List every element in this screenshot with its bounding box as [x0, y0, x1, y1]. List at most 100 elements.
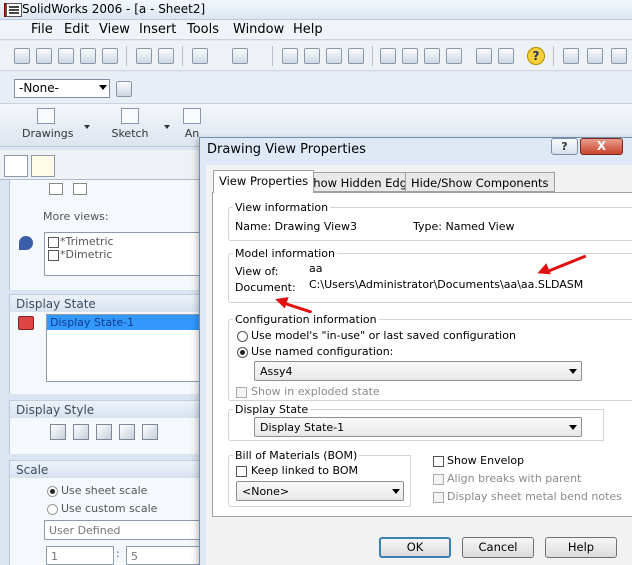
ok-button[interactable]: OK	[379, 537, 451, 558]
display-state-select[interactable]: Display State-1	[254, 417, 582, 437]
cmd-tab-sketch[interactable]: Sketch	[108, 108, 152, 144]
cmd-tab-label: An	[184, 127, 200, 140]
hidden-lines-removed-icon[interactable]	[96, 424, 112, 440]
menu-edit[interactable]: Edit	[64, 22, 89, 37]
configuration-select[interactable]: Assy4	[254, 361, 582, 381]
use-custom-scale-radio[interactable]	[47, 504, 58, 515]
select-icon[interactable]	[282, 48, 298, 64]
use-in-use-configuration-label: Use model's "in-use" or last saved confi…	[251, 329, 516, 342]
property-manager-tab-icon[interactable]	[31, 155, 55, 177]
menu-tools[interactable]: Tools	[187, 22, 219, 37]
menu-file[interactable]: File	[31, 22, 53, 37]
menu-view[interactable]: View	[99, 22, 130, 37]
cut-icon[interactable]	[136, 48, 152, 64]
view-face-icon[interactable]	[73, 183, 87, 195]
options-icon[interactable]	[402, 48, 418, 64]
shaded-icon[interactable]	[142, 424, 158, 440]
dialog-title: Drawing View Properties	[207, 142, 366, 157]
shaded-with-edges-icon[interactable]	[119, 424, 135, 440]
dimetric-checkbox[interactable]	[48, 250, 59, 261]
display-state-icon	[18, 316, 34, 330]
keep-linked-bom-checkbox[interactable]	[236, 466, 247, 477]
save-icon[interactable]	[58, 48, 74, 64]
toolbar-divider	[272, 46, 273, 66]
scale-denominator-input[interactable]: 5	[126, 546, 200, 565]
toolbar-divider	[182, 46, 183, 66]
window-title: SolidWorks 2006 - [a - Sheet2]	[22, 2, 206, 16]
scale-numerator-input[interactable]: 1	[46, 546, 114, 565]
view-type-label: Type: Named View	[413, 220, 515, 233]
tools-icon[interactable]	[476, 48, 492, 64]
scale-preset-select[interactable]: User Defined	[44, 520, 200, 540]
display-style-header[interactable]: Display Style	[9, 400, 200, 418]
bom-icon[interactable]	[563, 48, 579, 64]
view-of-label: View of:	[235, 265, 279, 278]
show-envelop-label: Show Envelop	[447, 454, 525, 467]
show-envelop-checkbox[interactable]	[433, 456, 444, 467]
pin-icon[interactable]	[19, 236, 33, 250]
tab-hide-show-components[interactable]: Hide/Show Components	[405, 172, 555, 192]
undo-icon[interactable]	[192, 48, 208, 64]
toolbar-divider	[553, 46, 554, 66]
dialog-close-button[interactable]: X	[580, 138, 623, 155]
document-path-value: C:\Users\Administrator\Documents\aa\aa.S…	[309, 278, 584, 291]
display-state-select-value: Display State-1	[260, 421, 345, 434]
layer-properties-icon[interactable]	[116, 81, 132, 97]
use-sheet-scale-radio[interactable]	[47, 486, 58, 497]
trimetric-checkbox[interactable]	[48, 237, 59, 248]
display-state-legend: Display State	[233, 403, 311, 416]
keep-linked-bom-label: Keep linked to BOM	[251, 464, 359, 477]
document-label: Document:	[235, 281, 296, 294]
cmd-tab-drawings[interactable]: Drawings	[22, 108, 73, 144]
use-named-configuration-radio[interactable]	[237, 347, 248, 358]
dialog-help-button[interactable]: ?	[551, 138, 578, 155]
sheet-metal-checkbox[interactable]	[433, 492, 444, 503]
wireframe-icon[interactable]	[50, 424, 66, 440]
hidden-lines-visible-icon[interactable]	[73, 424, 89, 440]
document-menu-icon[interactable]	[6, 3, 22, 17]
use-sheet-scale-label: Use sheet scale	[61, 484, 148, 497]
view-cube-icon[interactable]	[49, 183, 63, 195]
rebuild-icon[interactable]	[348, 48, 364, 64]
print-icon[interactable]	[80, 48, 96, 64]
display-state-header[interactable]: Display State	[9, 294, 200, 312]
help-icon[interactable]: ?	[527, 47, 545, 65]
drawings-icon	[37, 108, 55, 124]
new-icon[interactable]	[14, 48, 30, 64]
use-in-use-configuration-radio[interactable]	[237, 331, 248, 342]
chevron-down-icon	[569, 369, 577, 374]
view-information-legend: View information	[233, 201, 331, 214]
align-breaks-checkbox[interactable]	[433, 474, 444, 485]
toolbar-divider	[126, 46, 127, 66]
sketch-icon[interactable]	[326, 48, 342, 64]
menu-window[interactable]: Window	[233, 22, 284, 37]
copy-icon[interactable]	[158, 48, 174, 64]
scale-separator: :	[116, 547, 120, 560]
balloon-icon[interactable]	[587, 48, 603, 64]
tab-view-properties[interactable]: View Properties	[213, 170, 315, 193]
menu-help[interactable]: Help	[293, 22, 323, 37]
feature-manager-tab-icon[interactable]	[4, 155, 28, 177]
model-information-legend: Model information	[233, 247, 338, 260]
menu-insert[interactable]: Insert	[139, 22, 176, 37]
chevron-down-icon[interactable]	[84, 125, 90, 129]
help-button[interactable]: Help	[545, 537, 617, 558]
layer-select[interactable]: -None-	[14, 79, 110, 98]
select-filter-icon[interactable]	[304, 48, 320, 64]
annotation-icon[interactable]	[611, 48, 627, 64]
redo-icon[interactable]	[232, 48, 248, 64]
layer-icon[interactable]	[424, 48, 440, 64]
view-icon[interactable]	[446, 48, 462, 64]
dimension-icon[interactable]	[498, 48, 514, 64]
grid-icon[interactable]	[380, 48, 396, 64]
use-custom-scale-label: Use custom scale	[61, 502, 158, 515]
cancel-button[interactable]: Cancel	[462, 537, 534, 558]
bom-select[interactable]: <None>	[236, 481, 404, 501]
chevron-down-icon	[99, 85, 107, 90]
print-preview-icon[interactable]	[102, 48, 118, 64]
scale-header[interactable]: Scale	[9, 460, 200, 478]
use-named-configuration-label: Use named configuration:	[251, 345, 394, 358]
chevron-down-icon[interactable]	[164, 125, 170, 129]
open-icon[interactable]	[36, 48, 52, 64]
show-exploded-checkbox[interactable]	[236, 387, 247, 398]
